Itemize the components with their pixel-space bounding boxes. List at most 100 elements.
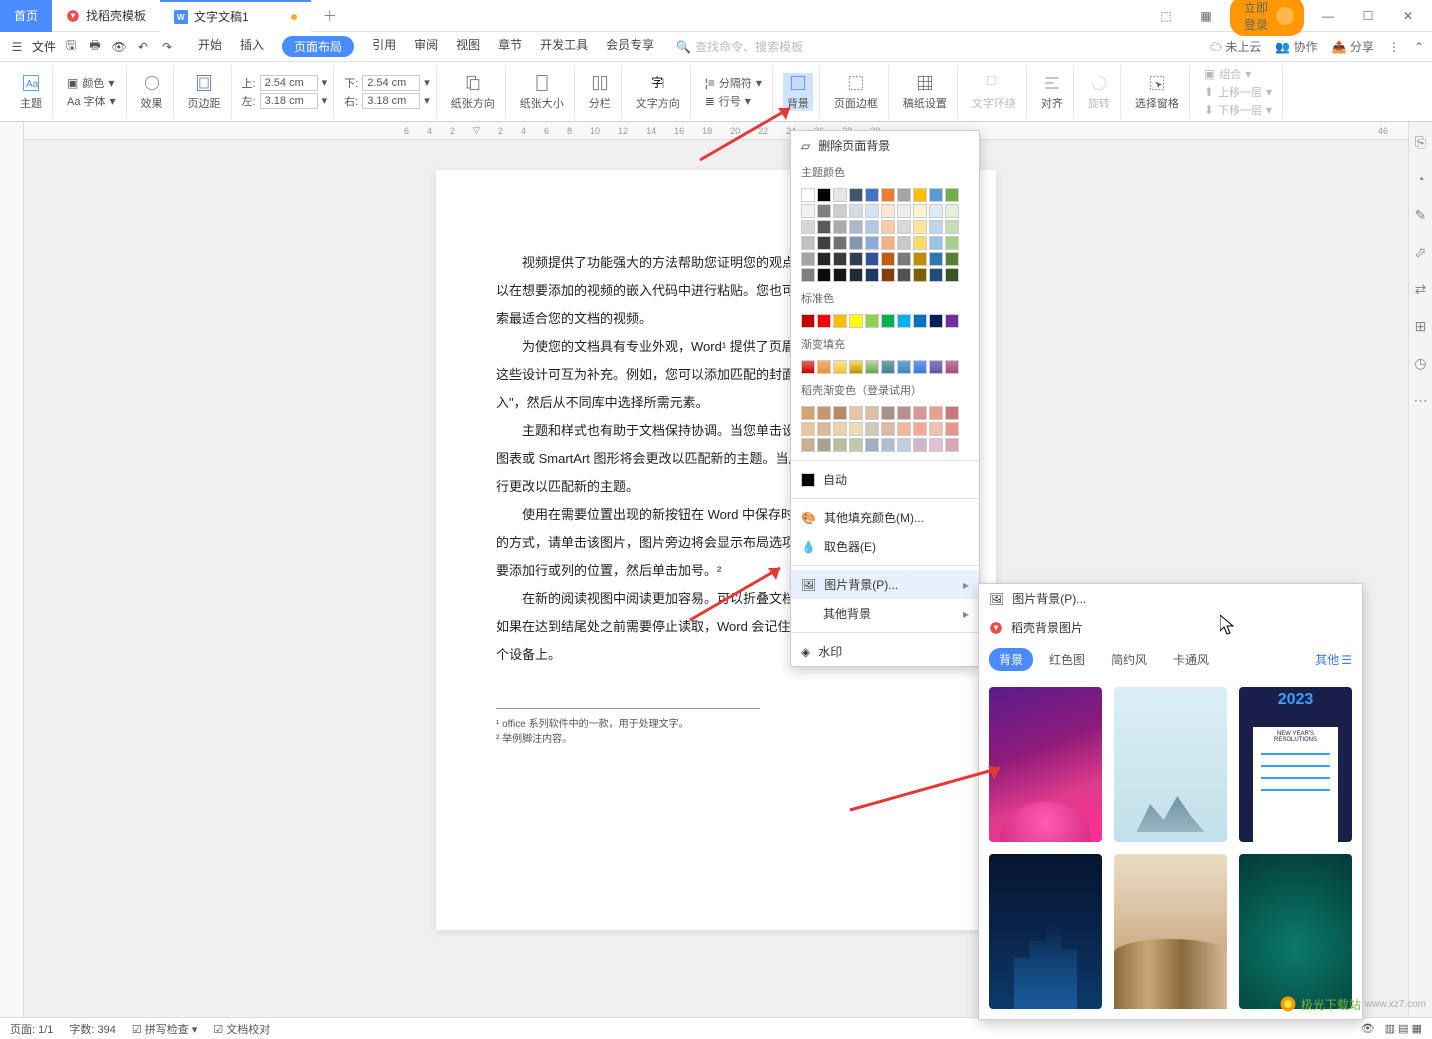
tab-member[interactable]: 会员专享 <box>606 36 654 57</box>
tab-home[interactable]: 首页 <box>0 0 52 32</box>
docer-gradient-grid[interactable] <box>791 402 979 456</box>
cloud-status[interactable]: ☁ 未上云 <box>1210 38 1261 55</box>
select-icon[interactable]: ⬀ <box>1415 244 1427 261</box>
auto-color-item[interactable]: 自动 <box>791 465 979 494</box>
preview-icon[interactable]: 👁 <box>110 40 128 54</box>
bg-thumb-3[interactable]: 2023NEW YEAR'S RESOLUTIONS <box>1239 687 1352 842</box>
selection-pane-button[interactable]: 选择窗格 <box>1131 73 1183 111</box>
tab-developer[interactable]: 开发工具 <box>540 36 588 57</box>
breaks-button[interactable]: ¦≡ 分隔符▾ <box>701 75 766 91</box>
margin-bottom-input[interactable]: 下:2.54 cm▾ <box>344 75 430 91</box>
redo-icon[interactable]: ↷ <box>158 40 176 54</box>
print-icon[interactable]: 🖶 <box>86 36 104 57</box>
orientation-button[interactable]: 纸张方向 <box>447 73 499 111</box>
new-tab-button[interactable]: ＋ <box>311 6 349 26</box>
cursor-icon <box>1220 615 1236 638</box>
bring-forward-button[interactable]: ⬆ 上移一层▾ <box>1200 84 1276 100</box>
side-panel: ⎘ ◔ ✎ ⬀ ⇄ ⊞ ◷ ⋯ <box>1408 122 1432 1017</box>
filter-other[interactable]: 其他 ☰ <box>1315 651 1352 668</box>
align-button[interactable]: 对齐 <box>1037 73 1067 111</box>
background-button[interactable]: 背景 <box>783 73 813 111</box>
tab-start[interactable]: 开始 <box>198 36 222 57</box>
tab-sections[interactable]: 章节 <box>498 36 522 57</box>
save-icon[interactable]: 🖫 <box>62 36 80 57</box>
pin-icon[interactable]: ⎘ <box>1415 134 1426 151</box>
rotate-button[interactable]: 旋转 <box>1084 73 1114 111</box>
login-button[interactable]: 立即登录 <box>1230 0 1304 36</box>
theme-color-grid[interactable] <box>791 184 979 286</box>
grid-paper-button[interactable]: 稿纸设置 <box>899 73 951 111</box>
gradient-row[interactable] <box>791 356 979 378</box>
collab-button[interactable]: 👥 协作 <box>1275 38 1317 55</box>
margin-right-input[interactable]: 右:3.18 cm▾ <box>344 93 430 109</box>
margins-button[interactable]: 页边距 <box>184 73 225 111</box>
bg-thumb-6[interactable] <box>1239 854 1352 1009</box>
picture-background-item[interactable]: 🖼图片背景(P)...▸ <box>791 570 979 599</box>
send-backward-button[interactable]: ⬇ 下移一层▾ <box>1200 102 1276 118</box>
more-tools-icon[interactable]: ⋯ <box>1414 392 1428 409</box>
maximize-button[interactable]: ☐ <box>1352 9 1384 23</box>
minimize-button[interactable]: — <box>1312 9 1344 23</box>
style-icon[interactable]: ◔ <box>1416 171 1424 187</box>
reading-layout-icon[interactable]: ⬚ <box>1150 9 1182 23</box>
more-icon[interactable]: ⋮ <box>1388 40 1400 54</box>
status-bar: 页面: 1/1 字数: 394 ☑ 拼写检查 ▾ ☑ 文档校对 👁 ▥ ▤ ▦ <box>0 1017 1432 1039</box>
group-button[interactable]: ▣ 组合▾ <box>1200 66 1276 82</box>
proofread[interactable]: ☑ 文档校对 <box>213 1021 270 1037</box>
tab-document[interactable]: W 文字文稿1 <box>160 0 311 32</box>
tab-review[interactable]: 审阅 <box>414 36 438 57</box>
edit-icon[interactable]: ✎ <box>1415 207 1427 224</box>
paper-size-button[interactable]: 纸张大小 <box>516 73 568 111</box>
effects-button[interactable]: 效果 <box>137 73 167 111</box>
filter-minimal[interactable]: 简约风 <box>1101 648 1157 671</box>
watermark-item[interactable]: ◈水印 <box>791 637 979 666</box>
view-mode-icon[interactable]: 👁 <box>1361 1022 1375 1035</box>
word-count[interactable]: 字数: 394 <box>69 1021 115 1037</box>
menu-icon[interactable]: ☰ <box>8 40 26 54</box>
columns-button[interactable]: 分栏 <box>585 73 615 111</box>
docer-background-option[interactable]: 稻壳背景图片 <box>979 613 1362 642</box>
bg-thumb-1[interactable] <box>989 687 1102 842</box>
filter-background[interactable]: 背景 <box>989 648 1033 671</box>
command-search[interactable]: 🔍 查找命令、搜索模板 <box>676 38 803 55</box>
font-color-button[interactable]: ▣ 颜色▾ <box>63 75 120 91</box>
filter-red[interactable]: 红色图 <box>1039 648 1095 671</box>
collapse-ribbon-icon[interactable]: ⌃ <box>1414 40 1424 54</box>
font-button[interactable]: Aa 字体▾ <box>63 93 120 109</box>
other-background-item[interactable]: 其他背景▸ <box>791 599 979 628</box>
ribbon: Aa主题 ▣ 颜色▾ Aa 字体▾ 效果 页边距 上:2.54 cm▾ 左:3.… <box>0 62 1432 122</box>
more-colors-item[interactable]: 🎨其他填充颜色(M)... <box>791 503 979 532</box>
bg-thumb-2[interactable] <box>1114 687 1227 842</box>
tools-icon[interactable]: ⊞ <box>1415 318 1427 335</box>
tab-page-layout[interactable]: 页面布局 <box>282 36 354 57</box>
tab-templates[interactable]: 找稻壳模板 <box>52 0 160 32</box>
bg-thumb-5[interactable] <box>1114 854 1227 1009</box>
page-indicator[interactable]: 页面: 1/1 <box>10 1021 53 1037</box>
line-numbers-button[interactable]: ≣ 行号▾ <box>701 93 766 109</box>
remove-background-item[interactable]: ▱删除页面背景 <box>791 131 979 160</box>
clock-icon[interactable]: ◷ <box>1414 355 1426 372</box>
settings-icon[interactable]: ⇄ <box>1415 281 1427 298</box>
filter-cartoon[interactable]: 卡通风 <box>1163 648 1219 671</box>
apps-icon[interactable]: ▦ <box>1190 9 1222 23</box>
file-menu[interactable]: 文件 <box>32 38 56 55</box>
layout-icons[interactable]: ▥ ▤ ▦ <box>1385 1022 1422 1035</box>
tab-insert[interactable]: 插入 <box>240 36 264 57</box>
background-dropdown: ▱删除页面背景 主题颜色 标准色 渐变填充 稻壳渐变色（登录试用） 自动 🎨其他… <box>790 130 980 667</box>
standard-color-row[interactable] <box>791 310 979 332</box>
tab-view[interactable]: 视图 <box>456 36 480 57</box>
close-button[interactable]: ✕ <box>1392 9 1424 23</box>
margin-top-input[interactable]: 上:2.54 cm▾ <box>242 75 328 91</box>
bg-thumb-4[interactable] <box>989 854 1102 1009</box>
share-button[interactable]: 📤 分享 <box>1332 38 1374 55</box>
text-wrap-button[interactable]: 文字环绕 <box>968 73 1020 111</box>
theme-button[interactable]: Aa主题 <box>16 73 46 111</box>
picture-background-option[interactable]: 🖼图片背景(P)... <box>979 584 1362 613</box>
spell-check[interactable]: ☑ 拼写检查 ▾ <box>132 1021 198 1037</box>
tab-references[interactable]: 引用 <box>372 36 396 57</box>
text-direction-button[interactable]: 字文字方向 <box>632 73 684 111</box>
margin-left-input[interactable]: 左:3.18 cm▾ <box>242 93 328 109</box>
eyedropper-item[interactable]: 💧取色器(E) <box>791 532 979 561</box>
undo-icon[interactable]: ↶ <box>134 40 152 54</box>
page-border-button[interactable]: 页面边框 <box>830 73 882 111</box>
